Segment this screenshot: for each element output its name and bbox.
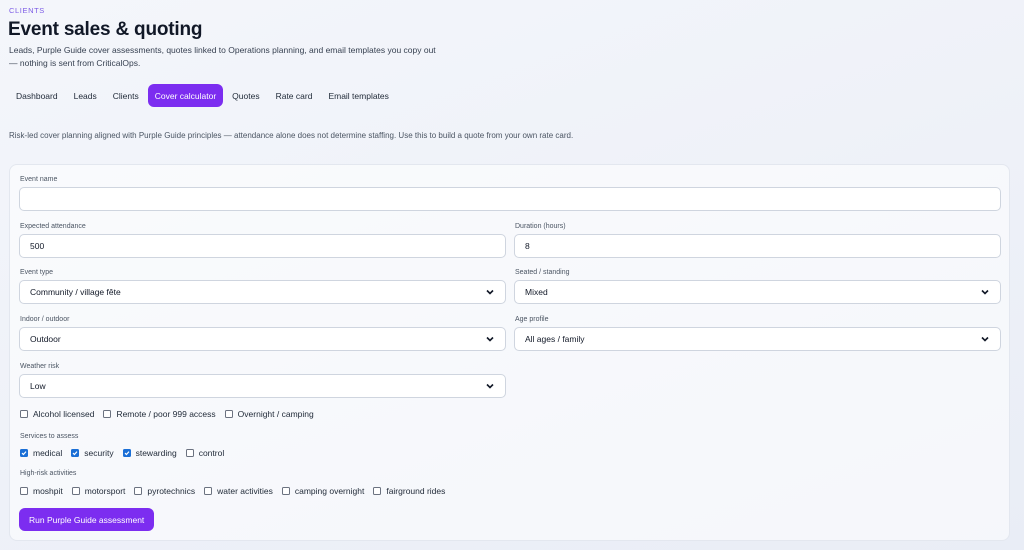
seating-value: Mixed: [525, 287, 548, 297]
chevron-down-icon: [486, 383, 494, 389]
age-profile-label: Age profile: [515, 316, 549, 323]
tab-leads[interactable]: Leads: [67, 84, 104, 107]
intro-text: Risk-led cover planning aligned with Pur…: [9, 131, 574, 140]
age-profile-value: All ages / family: [525, 334, 585, 344]
services-checkboxes: medical security stewarding control: [20, 448, 233, 458]
indoor-outdoor-value: Outdoor: [30, 334, 61, 344]
service-control-checkbox[interactable]: control: [185, 448, 225, 458]
activities-checkboxes: moshpit motorsport pyrotechnics water ac…: [20, 486, 454, 496]
activity-camping-checkbox[interactable]: camping overnight: [281, 486, 365, 496]
duration-input[interactable]: 8: [514, 234, 1001, 258]
checkbox-box[interactable]: [224, 410, 233, 418]
event-type-label: Event type: [20, 269, 54, 276]
seating-label: Seated / standing: [515, 269, 570, 276]
tab-clients[interactable]: Clients: [106, 84, 146, 107]
duration-label: Duration (hours): [515, 223, 566, 230]
activity-moshpit-checkbox[interactable]: moshpit: [20, 486, 63, 496]
activities-label: High-risk activities: [20, 470, 77, 477]
checkbox-label: water activities: [217, 486, 273, 496]
checkbox-box[interactable]: [134, 487, 143, 495]
attendance-label: Expected attendance: [20, 223, 86, 230]
checkbox-label: medical: [33, 448, 63, 458]
indoor-outdoor-label: Indoor / outdoor: [20, 316, 70, 323]
tab-bar: Dashboard Leads Clients Cover calculator…: [9, 84, 396, 107]
event-name-input[interactable]: [19, 187, 1001, 211]
event-flags: Alcohol licensed Remote / poor 999 acces…: [20, 409, 323, 419]
tab-rate-card[interactable]: Rate card: [269, 84, 320, 107]
page-subtitle: Leads, Purple Guide cover assessments, q…: [9, 45, 436, 68]
alcohol-licensed-checkbox[interactable]: Alcohol licensed: [20, 409, 94, 419]
weather-risk-label: Weather risk: [20, 363, 60, 370]
age-profile-select[interactable]: All ages / family: [514, 327, 1001, 351]
event-type-select[interactable]: Community / village fête: [19, 280, 506, 304]
attendance-input[interactable]: 500: [19, 234, 506, 258]
chevron-down-icon: [981, 336, 989, 342]
checkbox-label: motorsport: [84, 486, 126, 496]
services-label: Services to assess: [20, 433, 79, 440]
chevron-down-icon: [486, 289, 494, 295]
checkbox-box[interactable]: [373, 487, 382, 495]
service-medical-checkbox[interactable]: medical: [20, 448, 62, 458]
tab-dashboard[interactable]: Dashboard: [9, 84, 65, 107]
event-name-label: Event name: [20, 176, 58, 183]
activity-motorsport-checkbox[interactable]: motorsport: [71, 486, 126, 496]
activity-pyrotechnics-checkbox[interactable]: pyrotechnics: [134, 486, 195, 496]
checkbox-label: Alcohol licensed: [33, 409, 95, 419]
checkbox-label: camping overnight: [294, 486, 365, 496]
checkbox-box[interactable]: [71, 449, 80, 457]
checkbox-box[interactable]: [103, 410, 112, 418]
checkbox-label: Remote / poor 999 access: [116, 409, 216, 419]
checkbox-box[interactable]: [204, 487, 213, 495]
service-security-checkbox[interactable]: security: [71, 448, 114, 458]
page-title: Event sales & quoting: [8, 19, 203, 40]
checkbox-box[interactable]: [71, 487, 80, 495]
checkbox-label: pyrotechnics: [147, 486, 196, 496]
event-type-value: Community / village fête: [30, 287, 121, 297]
tab-quotes[interactable]: Quotes: [225, 84, 266, 107]
remote-access-checkbox[interactable]: Remote / poor 999 access: [103, 409, 216, 419]
tab-cover-calculator[interactable]: Cover calculator: [147, 84, 224, 107]
tab-email-templates[interactable]: Email templates: [321, 84, 395, 107]
service-stewarding-checkbox[interactable]: stewarding: [122, 448, 177, 458]
checkbox-box[interactable]: [185, 449, 194, 457]
eyebrow-label: CLIENTS: [9, 6, 45, 15]
chevron-down-icon: [486, 336, 494, 342]
check-icon: [72, 451, 78, 456]
check-icon: [124, 451, 130, 456]
indoor-outdoor-select[interactable]: Outdoor: [19, 327, 506, 351]
weather-risk-select[interactable]: Low: [19, 374, 506, 398]
checkbox-label: Overnight / camping: [237, 409, 314, 419]
activity-water-checkbox[interactable]: water activities: [204, 486, 273, 496]
checkbox-box[interactable]: [20, 487, 28, 495]
checkbox-box[interactable]: [20, 449, 28, 457]
run-assessment-button[interactable]: Run Purple Guide assessment: [19, 508, 155, 531]
checkbox-box[interactable]: [20, 410, 28, 418]
chevron-down-icon: [981, 289, 989, 295]
cover-calculator-form: Event name Expected attendance 500 Durat…: [9, 164, 1010, 541]
weather-risk-value: Low: [30, 381, 46, 391]
seating-select[interactable]: Mixed: [514, 280, 1001, 304]
checkbox-label: control: [198, 448, 225, 458]
checkbox-label: security: [84, 448, 114, 458]
activity-fairground-checkbox[interactable]: fairground rides: [373, 486, 445, 496]
overnight-camping-checkbox[interactable]: Overnight / camping: [224, 409, 314, 419]
checkbox-label: moshpit: [33, 486, 63, 496]
checkbox-label: fairground rides: [386, 486, 446, 496]
checkbox-box[interactable]: [281, 487, 290, 495]
checkbox-box[interactable]: [122, 449, 131, 457]
check-icon: [21, 451, 27, 456]
checkbox-label: stewarding: [135, 448, 177, 458]
